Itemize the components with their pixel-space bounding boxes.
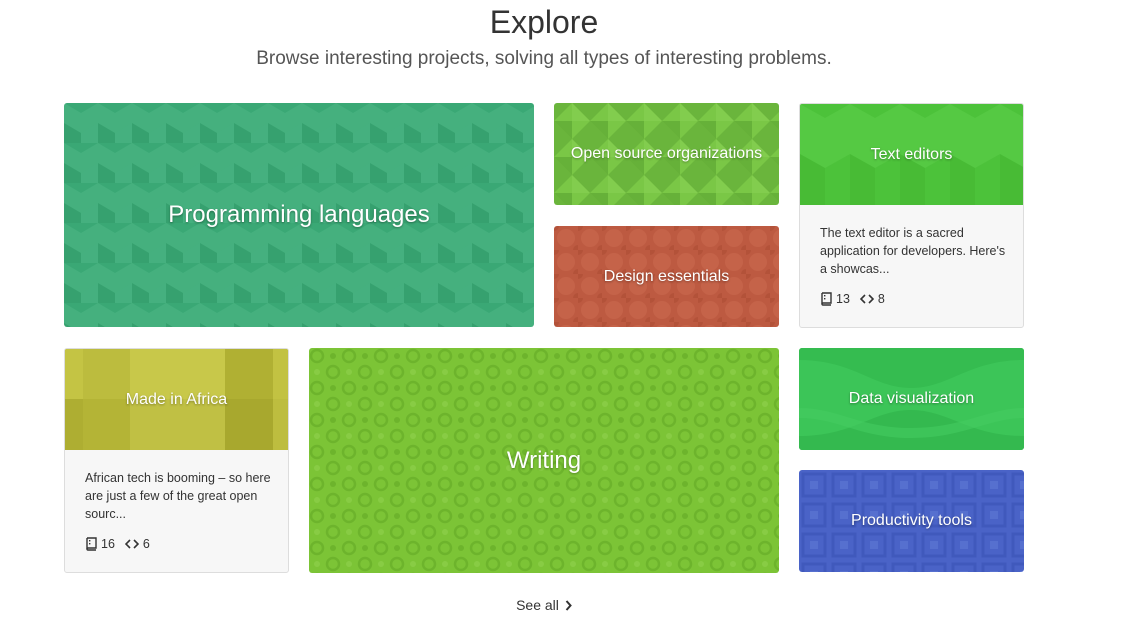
code-icon bbox=[124, 539, 139, 549]
repo-count: 13 bbox=[820, 292, 850, 306]
card-title: Text editors bbox=[870, 145, 953, 163]
tile-programming-languages[interactable]: Programming languages bbox=[64, 103, 534, 327]
tile-label: Open source organizations bbox=[570, 145, 763, 162]
repo-count-value: 13 bbox=[836, 292, 850, 306]
tile-label: Data visualization bbox=[848, 390, 975, 407]
page-subtitle: Browse interesting projects, solving all… bbox=[256, 48, 832, 69]
card-stats: 13 8 bbox=[820, 292, 895, 306]
card-description: African tech is booming – so here are ju… bbox=[85, 471, 271, 521]
card-made-in-africa[interactable]: Made in Africa African tech is booming –… bbox=[64, 348, 289, 573]
repo-count-value: 16 bbox=[101, 537, 115, 551]
language-count-value: 8 bbox=[877, 292, 885, 306]
tile-label: Writing bbox=[506, 446, 582, 474]
repo-icon bbox=[86, 537, 97, 551]
repo-count: 16 bbox=[85, 537, 115, 551]
tile-label: Productivity tools bbox=[851, 512, 972, 529]
tile-productivity-tools[interactable]: Productivity tools bbox=[799, 470, 1024, 572]
see-all-container: See all bbox=[0, 596, 1088, 614]
code-icon bbox=[859, 294, 874, 304]
card-header: Text editors bbox=[800, 104, 1023, 205]
tile-data-visualization[interactable]: Data visualization bbox=[799, 348, 1024, 450]
card-title: Made in Africa bbox=[125, 390, 228, 408]
see-all-label: See all bbox=[516, 597, 559, 613]
tile-label: Design essentials bbox=[603, 267, 730, 285]
tile-design-essentials[interactable]: Design essentials bbox=[554, 226, 779, 327]
card-description: The text editor is a sacred application … bbox=[820, 226, 1006, 276]
tile-label: Programming languages bbox=[168, 201, 430, 228]
tile-open-source-organizations[interactable]: Open source organizations bbox=[554, 103, 779, 205]
tile-writing[interactable]: Writing bbox=[309, 348, 779, 573]
language-count: 8 bbox=[859, 292, 885, 306]
chevron-right-icon bbox=[565, 599, 572, 611]
repo-icon bbox=[821, 292, 832, 306]
card-text-editors[interactable]: Text editors The text editor is a sacred… bbox=[799, 103, 1024, 328]
language-count-value: 6 bbox=[142, 537, 150, 551]
explore-page: Explore Browse interesting projects, sol… bbox=[0, 0, 1145, 630]
language-count: 6 bbox=[124, 537, 150, 551]
page-title: Explore bbox=[489, 4, 599, 40]
card-header: Made in Africa bbox=[65, 349, 288, 450]
card-stats: 16 6 bbox=[85, 537, 160, 551]
see-all-link[interactable]: See all bbox=[516, 596, 572, 614]
